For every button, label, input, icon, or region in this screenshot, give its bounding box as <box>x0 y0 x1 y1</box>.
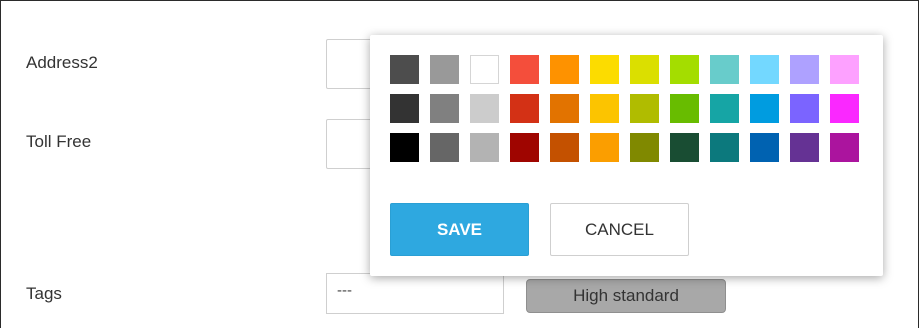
color-swatch[interactable] <box>830 94 859 123</box>
color-swatch[interactable] <box>590 133 619 162</box>
toll-free-label: Toll Free <box>26 132 92 151</box>
color-swatch[interactable] <box>430 55 459 84</box>
color-picker-popover: SAVE CANCEL <box>370 35 883 276</box>
color-swatch[interactable] <box>630 94 659 123</box>
save-button[interactable]: SAVE <box>390 203 529 256</box>
color-swatch[interactable] <box>590 94 619 123</box>
color-swatch[interactable] <box>550 55 579 84</box>
color-swatch[interactable] <box>390 55 419 84</box>
color-swatch[interactable] <box>710 133 739 162</box>
color-swatch[interactable] <box>510 133 539 162</box>
color-swatch[interactable] <box>630 55 659 84</box>
color-swatch[interactable] <box>830 133 859 162</box>
color-swatch[interactable] <box>790 55 819 84</box>
swatch-grid <box>390 55 859 162</box>
address2-label: Address2 <box>26 53 98 72</box>
color-swatch[interactable] <box>390 94 419 123</box>
tags-input[interactable]: --- <box>326 273 504 314</box>
tags-label: Tags <box>26 284 62 303</box>
color-swatch[interactable] <box>510 55 539 84</box>
color-swatch[interactable] <box>430 133 459 162</box>
color-swatch[interactable] <box>470 55 499 84</box>
color-swatch[interactable] <box>550 133 579 162</box>
color-swatch[interactable] <box>630 133 659 162</box>
color-swatch[interactable] <box>830 55 859 84</box>
color-swatch[interactable] <box>790 94 819 123</box>
color-swatch[interactable] <box>710 94 739 123</box>
cancel-button[interactable]: CANCEL <box>550 203 689 256</box>
color-swatch[interactable] <box>670 55 699 84</box>
color-swatch[interactable] <box>590 55 619 84</box>
color-swatch[interactable] <box>470 133 499 162</box>
tag-badge[interactable]: High standard <box>526 279 726 313</box>
color-swatch[interactable] <box>390 133 419 162</box>
color-swatch[interactable] <box>550 94 579 123</box>
color-swatch[interactable] <box>510 94 539 123</box>
color-swatch[interactable] <box>670 94 699 123</box>
color-swatch[interactable] <box>750 55 779 84</box>
color-swatch[interactable] <box>430 94 459 123</box>
form-panel: Address2 Toll Free Tags --- High standar… <box>0 0 919 328</box>
color-swatch[interactable] <box>750 94 779 123</box>
color-swatch[interactable] <box>710 55 739 84</box>
color-swatch[interactable] <box>470 94 499 123</box>
color-swatch[interactable] <box>790 133 819 162</box>
color-swatch[interactable] <box>670 133 699 162</box>
color-swatch[interactable] <box>750 133 779 162</box>
